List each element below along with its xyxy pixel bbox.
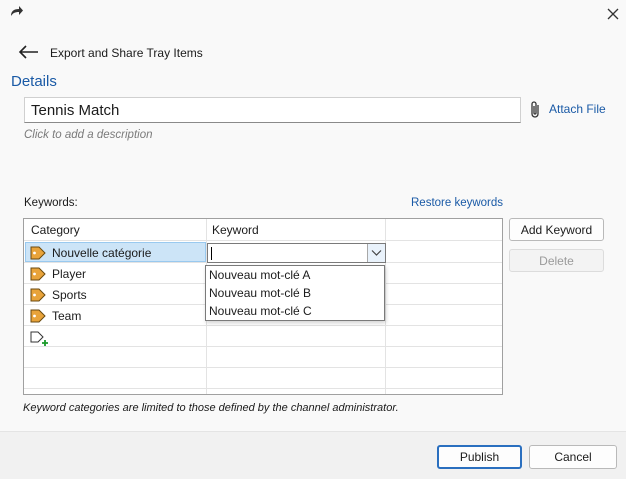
category-label: Team — [52, 309, 82, 323]
add-keyword-button[interactable]: Add Keyword — [509, 218, 604, 241]
keyword-dropdown-button[interactable] — [367, 244, 385, 262]
chevron-down-icon — [371, 250, 382, 256]
grid-row-divider — [24, 367, 502, 368]
grid-row-divider — [24, 240, 502, 241]
keyword-option[interactable]: Nouveau mot-clé A — [209, 266, 310, 284]
description-placeholder[interactable]: Click to add a description — [24, 129, 152, 141]
paperclip-icon[interactable] — [529, 100, 543, 120]
back-arrow-icon[interactable] — [17, 43, 39, 61]
tag-icon — [30, 246, 46, 260]
delete-button[interactable]: Delete — [509, 249, 604, 272]
attach-file-link[interactable]: Attach File — [549, 102, 606, 116]
category-label: Nouvelle catégorie — [52, 246, 152, 260]
column-header-category[interactable]: Category — [31, 223, 80, 237]
cancel-button[interactable]: Cancel — [529, 445, 617, 469]
grid-row-divider — [24, 346, 502, 347]
column-header-keyword[interactable]: Keyword — [212, 223, 259, 237]
page-title: Export and Share Tray Items — [50, 46, 203, 60]
add-category-icon[interactable] — [30, 331, 50, 347]
grid-row-divider — [24, 325, 502, 326]
keyword-footnote: Keyword categories are limited to those … — [23, 402, 399, 414]
publish-button[interactable]: Publish — [437, 445, 522, 469]
category-label: Player — [52, 267, 87, 281]
tag-icon — [30, 267, 46, 281]
grid-row-divider — [24, 388, 502, 389]
keyword-combobox[interactable] — [207, 243, 386, 263]
title-input[interactable] — [24, 97, 521, 123]
keyword-input[interactable] — [208, 244, 368, 262]
keywords-label: Keywords: — [24, 197, 78, 209]
close-icon[interactable] — [604, 5, 622, 23]
keyword-option[interactable]: Nouveau mot-clé B — [209, 284, 311, 302]
keyword-option[interactable]: Nouveau mot-clé C — [209, 302, 312, 320]
keyword-dropdown-list: Nouveau mot-clé A Nouveau mot-clé B Nouv… — [205, 265, 385, 321]
share-arrow-icon — [11, 6, 23, 16]
details-heading: Details — [11, 73, 57, 90]
tag-icon — [30, 309, 46, 323]
tag-icon — [30, 288, 46, 302]
restore-keywords-link[interactable]: Restore keywords — [411, 197, 503, 209]
text-caret — [211, 247, 212, 260]
category-label: Sports — [52, 288, 87, 302]
